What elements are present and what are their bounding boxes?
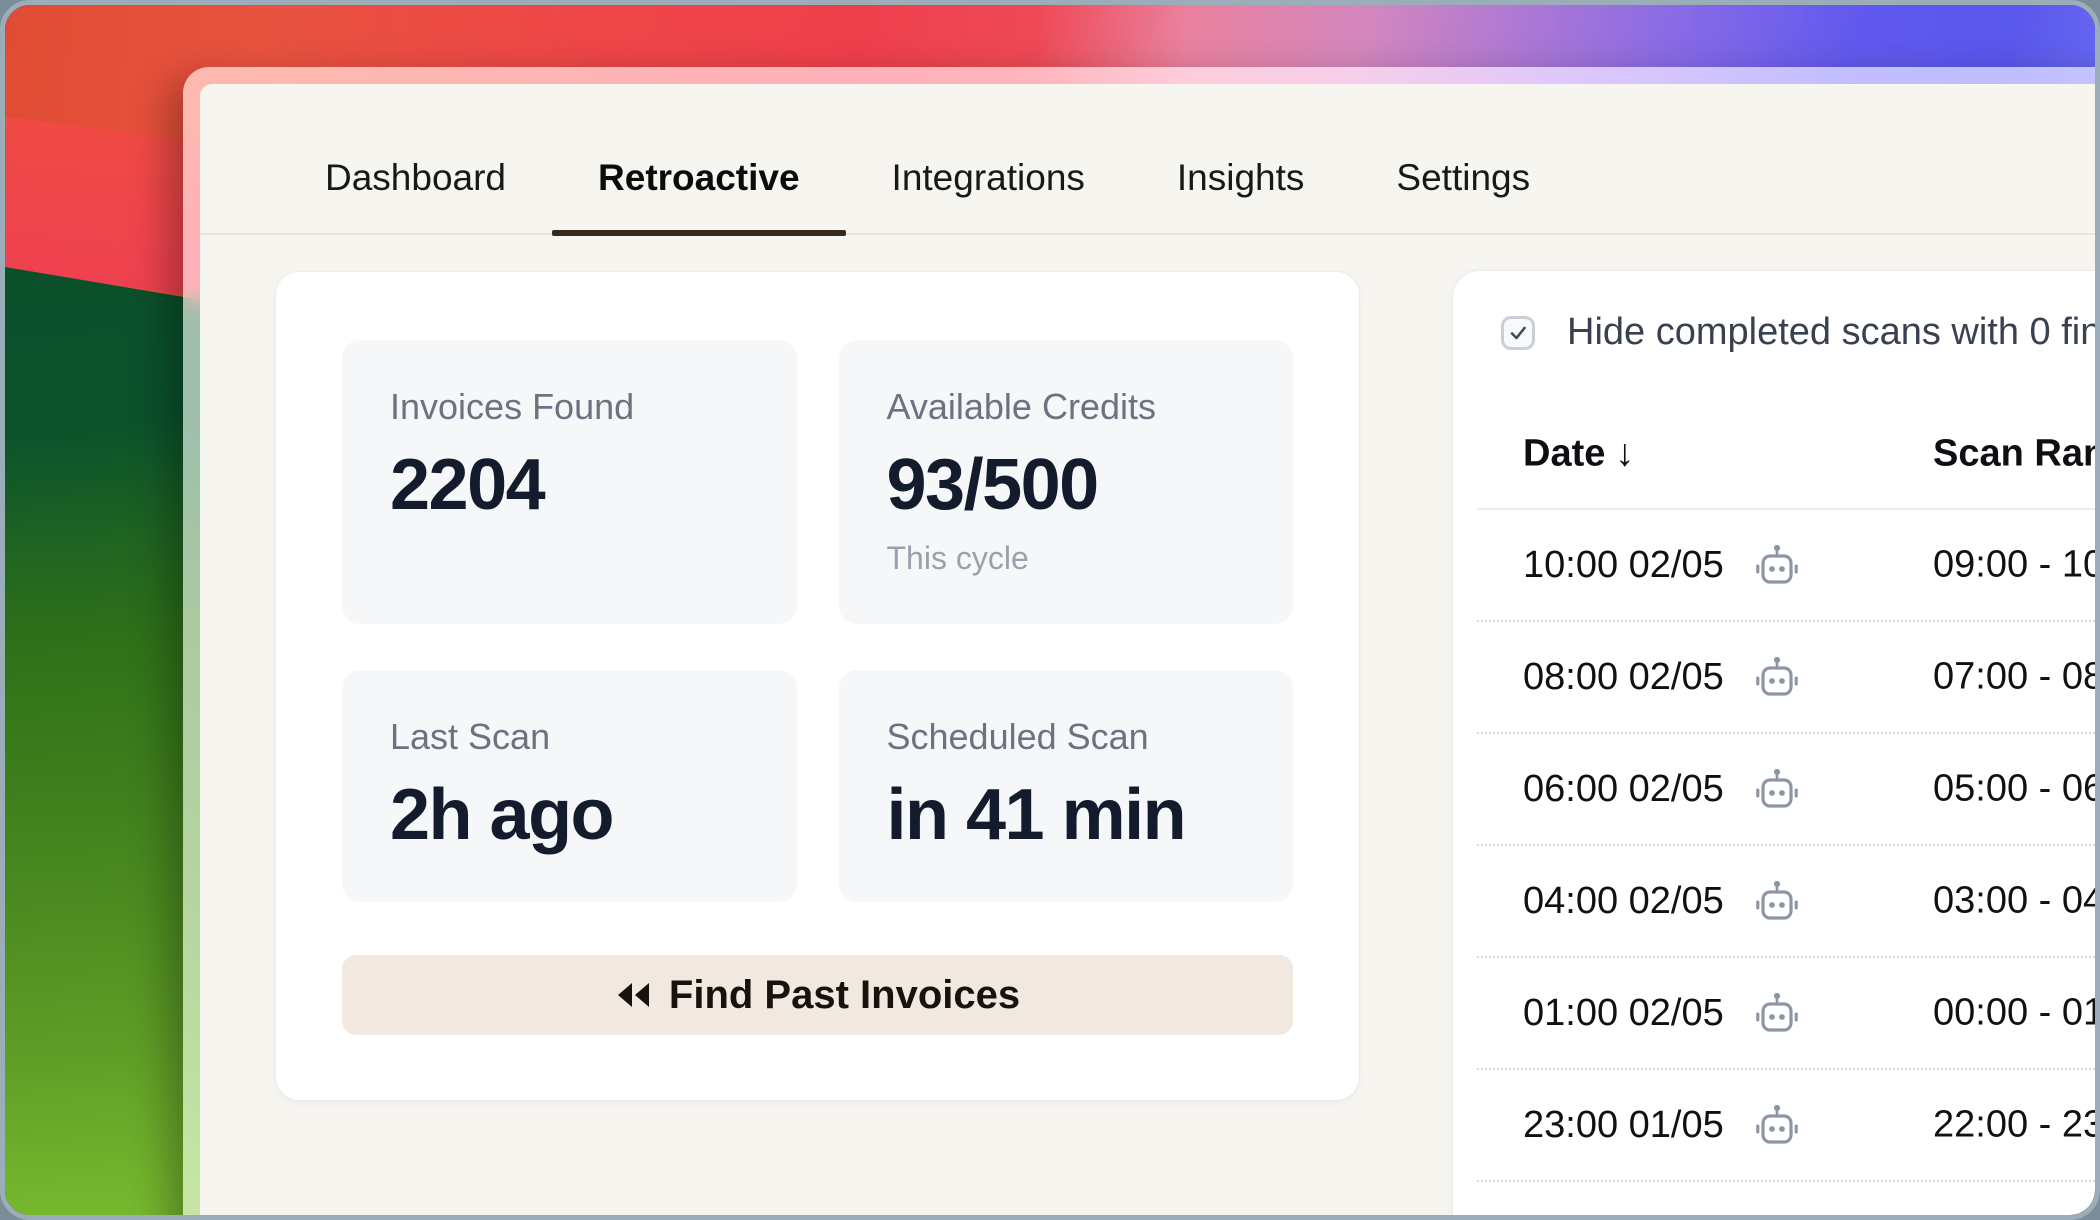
- rewind-icon: [615, 982, 651, 1008]
- tab-settings[interactable]: Settings: [1350, 157, 1576, 233]
- screenshot-frame: Dashboard Retroactive Integrations Insights…: [0, 0, 2100, 1220]
- scan-table-row[interactable]: 08:00 02/05 07:00 - 08:00: [1477, 622, 2100, 734]
- scan-date-text: 10:00 02/05: [1523, 544, 1724, 587]
- stat-card-invoices-found: Invoices Found 2204: [342, 340, 797, 624]
- robot-icon: [1754, 654, 1800, 700]
- scan-range-cell: 00:00 - 01:00: [1933, 992, 2100, 1035]
- stat-label: Invoices Found: [390, 386, 749, 428]
- nav-tab-label: Settings: [1396, 157, 1530, 198]
- scan-range-cell: 05:00 - 06:00: [1933, 768, 2100, 811]
- scan-rows: 10:00 02/05 09:00 - 10:00 08:00 02/05: [1477, 510, 2100, 1220]
- tab-integrations[interactable]: Integrations: [846, 157, 1131, 233]
- stat-value: 2h ago: [390, 774, 749, 856]
- scan-date-cell: 01:00 02/05: [1523, 990, 1800, 1036]
- scan-date-cell: 08:00 02/05: [1523, 654, 1800, 700]
- top-nav: Dashboard Retroactive Integrations Insights…: [200, 84, 2100, 235]
- scan-date-text: 22:00 01/05: [1523, 1216, 1724, 1220]
- stat-card-available-credits: Available Credits 93/500 This cycle: [839, 340, 1294, 624]
- robot-icon: [1754, 878, 1800, 924]
- stat-card-scheduled-scan: Scheduled Scan in 41 min: [839, 670, 1294, 902]
- table-header: Date↓ Scan Range: [1453, 423, 2100, 485]
- robot-icon: [1754, 1214, 1800, 1220]
- stat-label: Available Credits: [887, 386, 1246, 428]
- scan-table-row[interactable]: 04:00 02/05 03:00 - 04:00: [1477, 846, 2100, 958]
- scan-date-text: 23:00 01/05: [1523, 1104, 1724, 1147]
- scan-table-row[interactable]: 23:00 01/05 22:00 - 23:00: [1477, 1070, 2100, 1182]
- stat-value: in 41 min: [887, 774, 1246, 856]
- stat-card-last-scan: Last Scan 2h ago: [342, 670, 797, 902]
- scan-range-cell: 03:00 - 04:00: [1933, 880, 2100, 923]
- scan-date-cell: 22:00 01/05: [1523, 1214, 1800, 1220]
- robot-icon: [1754, 1102, 1800, 1148]
- stat-label: Scheduled Scan: [887, 716, 1246, 758]
- scan-range-cell: 22:00 - 23:00: [1933, 1104, 2100, 1147]
- stat-value: 93/500: [887, 444, 1246, 526]
- scan-range-cell: 07:00 - 08:00: [1933, 656, 2100, 699]
- nav-tab-label: Integrations: [892, 157, 1085, 198]
- scan-table-row[interactable]: 22:00 01/05 21:00 - 22:00: [1477, 1182, 2100, 1220]
- nav-tab-label: Insights: [1177, 157, 1305, 198]
- stat-caption: This cycle: [887, 540, 1246, 577]
- scan-date-cell: 06:00 02/05: [1523, 766, 1800, 812]
- stat-label: Last Scan: [390, 716, 749, 758]
- tab-retroactive[interactable]: Retroactive: [552, 157, 846, 233]
- find-past-invoices-button[interactable]: Find Past Invoices: [342, 955, 1293, 1035]
- scan-table-row[interactable]: 10:00 02/05 09:00 - 10:00: [1477, 510, 2100, 622]
- scan-date-text: 04:00 02/05: [1523, 880, 1724, 923]
- find-past-invoices-label: Find Past Invoices: [669, 973, 1020, 1018]
- scan-date-text: 06:00 02/05: [1523, 768, 1724, 811]
- tab-insights[interactable]: Insights: [1131, 157, 1351, 233]
- scan-range-cell: 21:00 - 22:00: [1933, 1216, 2100, 1220]
- column-header-scan-range[interactable]: Scan Range: [1933, 433, 2100, 476]
- scan-date-cell: 23:00 01/05: [1523, 1102, 1800, 1148]
- scan-date-text: 01:00 02/05: [1523, 992, 1724, 1035]
- scan-history-panel: Hide completed scans with 0 findings Dat…: [1452, 270, 2100, 1220]
- robot-icon: [1754, 990, 1800, 1036]
- nav-tab-label: Retroactive: [598, 157, 800, 198]
- hide-completed-label: Hide completed scans with 0 findings: [1567, 311, 2100, 354]
- window-content: Dashboard Retroactive Integrations Insights…: [200, 84, 2100, 1220]
- scan-date-cell: 04:00 02/05: [1523, 878, 1800, 924]
- column-header-date[interactable]: Date↓: [1523, 433, 1634, 476]
- scan-range-cell: 09:00 - 10:00: [1933, 544, 2100, 587]
- scan-table-row[interactable]: 06:00 02/05 05:00 - 06:00: [1477, 734, 2100, 846]
- checkmark-icon: [1508, 323, 1528, 343]
- app-window: Dashboard Retroactive Integrations Insights…: [183, 67, 2100, 1220]
- robot-icon: [1754, 766, 1800, 812]
- hide-completed-filter[interactable]: Hide completed scans with 0 findings: [1501, 311, 2100, 354]
- sort-desc-icon: ↓: [1615, 433, 1634, 475]
- scan-summary-card: Invoices Found 2204 Available Credits 93…: [275, 271, 1360, 1101]
- robot-icon: [1754, 542, 1800, 588]
- scan-date-text: 08:00 02/05: [1523, 656, 1724, 699]
- hide-completed-checkbox[interactable]: [1501, 316, 1535, 350]
- stats-grid: Invoices Found 2204 Available Credits 93…: [342, 340, 1293, 902]
- scan-date-cell: 10:00 02/05: [1523, 542, 1800, 588]
- nav-tab-label: Dashboard: [325, 157, 506, 198]
- stat-value: 2204: [390, 444, 749, 526]
- tab-dashboard[interactable]: Dashboard: [279, 157, 552, 233]
- scan-table-row[interactable]: 01:00 02/05 00:00 - 01:00: [1477, 958, 2100, 1070]
